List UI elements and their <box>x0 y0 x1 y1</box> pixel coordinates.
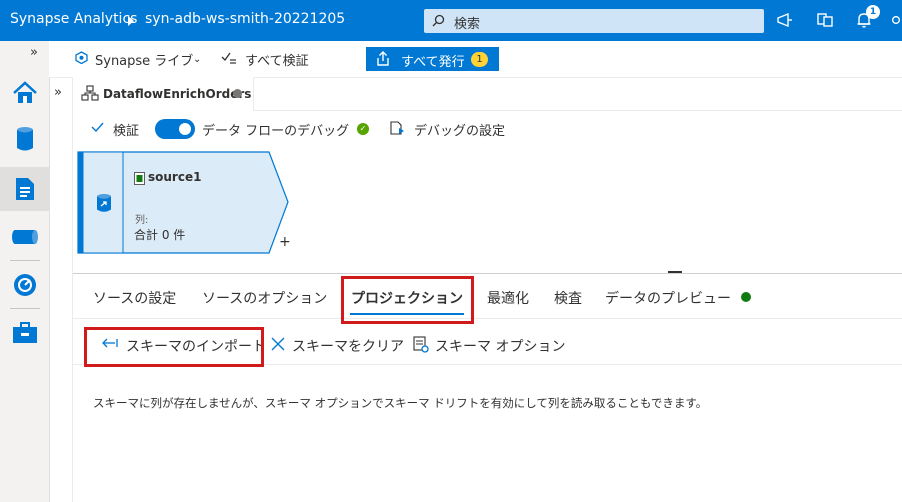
publish-icon <box>376 51 390 70</box>
home-icon <box>12 81 37 103</box>
expand-panel-icon: » <box>54 85 62 100</box>
add-transformation-button[interactable]: + <box>279 234 291 250</box>
columns-total: 合計 0 件 <box>134 228 186 242</box>
feedback-icon[interactable] <box>773 8 797 32</box>
left-navigation: » <box>0 41 50 502</box>
nav-separator <box>10 308 40 309</box>
publish-count-badge: 1 <box>471 52 488 67</box>
debug-label: データ フローのデバッグ <box>202 124 350 139</box>
app-title[interactable]: Synapse Analytics <box>10 11 137 27</box>
monitor-icon <box>13 274 36 296</box>
notification-badge: 1 <box>866 5 880 19</box>
integrate-icon <box>11 230 38 244</box>
nav-manage[interactable] <box>0 311 49 355</box>
editor-tab-title: DataflowEnrichOrders <box>103 87 252 101</box>
search-input[interactable]: 検索 <box>424 9 764 33</box>
source-node-name[interactable]: source1 <box>148 170 201 184</box>
editor-tab[interactable]: DataflowEnrichOrders <box>73 77 254 111</box>
breadcrumb-arrow-icon <box>128 16 134 26</box>
command-bar: Synapse ライブ ⌄ すべて検証 すべて発行 1 <box>49 41 902 78</box>
settings-icon[interactable] <box>890 8 902 32</box>
nav-data[interactable] <box>0 117 49 161</box>
clear-icon <box>271 337 285 355</box>
manage-icon <box>12 322 37 343</box>
search-icon <box>432 14 445 31</box>
data-icon <box>16 127 33 151</box>
validate-button[interactable]: 検証 <box>113 120 139 139</box>
debug-toggle[interactable] <box>155 119 195 139</box>
chevron-down-icon[interactable]: ⌄ <box>193 54 201 65</box>
nav-monitor[interactable] <box>0 263 49 307</box>
resource-panel-expander[interactable]: » <box>49 77 73 502</box>
workspace-name[interactable]: syn-adb-ws-smith-20221205 <box>145 11 345 27</box>
synapse-live-icon <box>75 51 88 68</box>
checkmark-icon <box>91 121 104 137</box>
nav-integrate[interactable] <box>0 215 49 259</box>
schema-options-button[interactable]: スキーマ オプション <box>435 336 565 356</box>
property-tabs: ソースの設定 ソースのオプション プロジェクション 最適化 検査 データのプレビ… <box>73 274 902 319</box>
unsaved-indicator <box>233 89 242 98</box>
debug-status-icon: ✓ <box>357 123 369 135</box>
tab-data-preview[interactable]: データのプレビュー <box>605 288 731 308</box>
highlight-box-projection-tab <box>341 276 474 324</box>
validate-all-button[interactable]: すべて検証 <box>245 50 309 69</box>
tab-source-settings[interactable]: ソースの設定 <box>93 288 176 308</box>
directory-switch-icon[interactable] <box>813 8 837 32</box>
toggle-knob <box>179 123 191 135</box>
publish-all-label: すべて発行 <box>401 55 465 70</box>
data-preview-status-dot <box>741 292 751 302</box>
dataflow-icon <box>81 85 99 105</box>
nav-home[interactable] <box>0 71 49 115</box>
search-placeholder: 検索 <box>454 17 481 32</box>
dataflow-toolbar: 検証 データ フローのデバッグ ✓ デバッグの設定 <box>73 111 902 145</box>
clear-schema-button[interactable]: スキーマをクリア <box>292 336 404 356</box>
source-type-icon <box>95 193 113 217</box>
tab-optimize[interactable]: 最適化 <box>487 288 529 308</box>
debug-settings-icon <box>389 120 405 140</box>
schema-options-icon <box>413 336 429 357</box>
nav-develop[interactable] <box>0 167 49 211</box>
validate-all-icon <box>221 51 237 69</box>
nav-separator <box>10 260 40 261</box>
expand-nav-icon[interactable]: » <box>30 45 38 60</box>
publish-all-button[interactable]: すべて発行 1 <box>366 47 499 71</box>
top-bar: Synapse Analytics syn-adb-ws-smith-20221… <box>0 0 902 41</box>
live-mode-dropdown[interactable]: Synapse ライブ <box>95 50 193 69</box>
debug-settings-button[interactable]: デバッグの設定 <box>414 120 505 139</box>
tab-source-options[interactable]: ソースのオプション <box>202 288 327 308</box>
columns-label: 列: <box>135 215 149 226</box>
highlight-box-import-schema <box>84 327 264 367</box>
develop-icon <box>15 178 34 200</box>
empty-schema-message: スキーマに列が存在しませんが、スキーマ オプションでスキーマ ドリフトを有効にし… <box>93 396 708 410</box>
tab-inspect[interactable]: 検査 <box>554 288 582 308</box>
dataset-icon <box>134 170 145 189</box>
